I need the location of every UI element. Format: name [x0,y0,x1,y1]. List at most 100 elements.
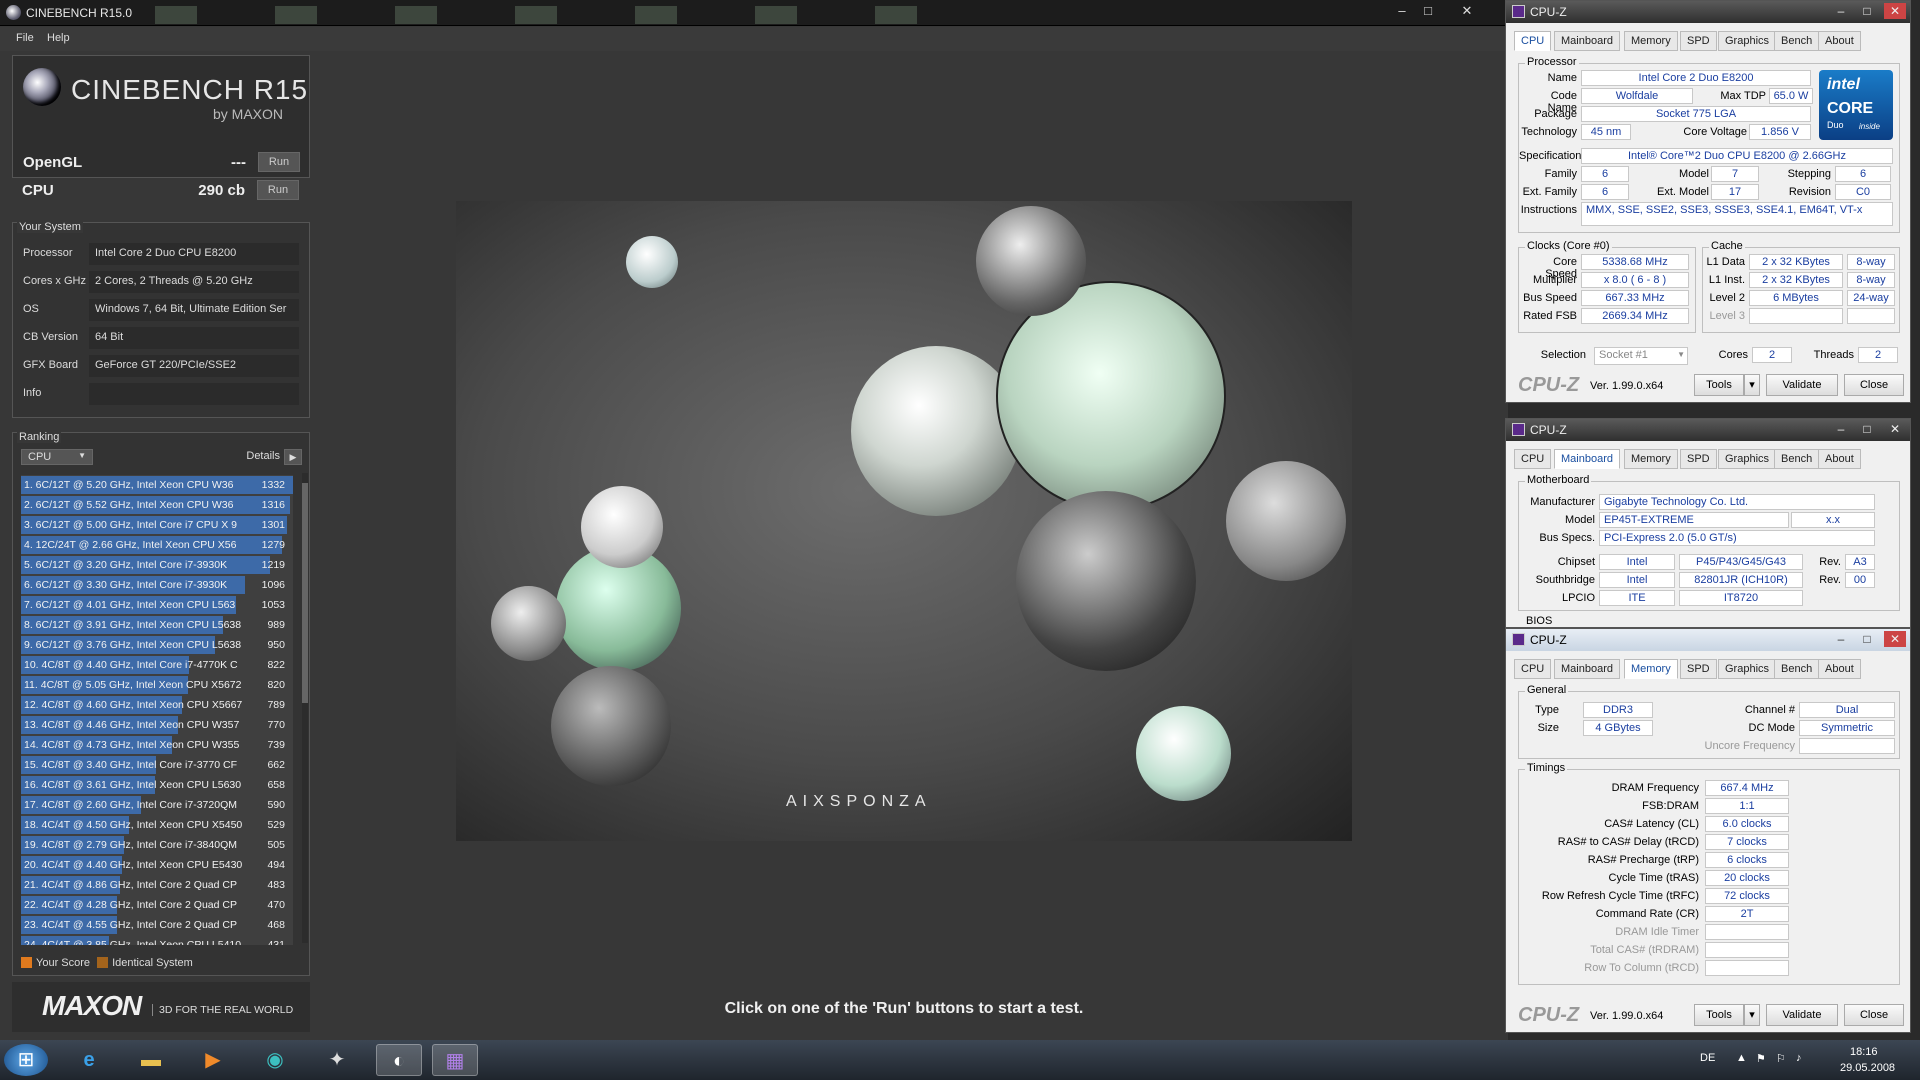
system-value[interactable]: 64 Bit [89,327,299,349]
cache-group: Cache L1 Data 2 x 32 KBytes 8-way L1 Ins… [1702,240,1900,333]
tools-dropdown-button[interactable]: ▾ [1744,1004,1760,1026]
menu-help[interactable]: Help [47,32,70,44]
tools-button[interactable]: Tools [1694,1004,1744,1026]
close-button[interactable]: Close [1844,374,1904,396]
cpuz-taskbar-icon[interactable]: ▦ [432,1044,478,1076]
ranking-row[interactable]: 12. 4C/8T @ 4.60 GHz, Intel Xeon CPU X56… [21,695,293,715]
ranking-select[interactable]: CPU ▼ [21,449,93,465]
tab-mainboard[interactable]: Mainboard [1554,31,1620,51]
ranking-scrollbar[interactable] [302,473,308,943]
system-value[interactable]: Intel Core 2 Duo CPU E8200 [89,243,299,265]
clock-date[interactable]: 29.05.2008 [1840,1062,1895,1074]
tab-memory[interactable]: Memory [1624,659,1678,679]
cinebench-taskbar-icon[interactable]: ◐ [376,1044,422,1076]
tab-bench[interactable]: Bench [1774,659,1820,679]
internet-explorer-icon[interactable]: e [66,1044,112,1076]
minimize-button[interactable]: – [1830,631,1852,647]
ranking-row[interactable]: 16. 4C/8T @ 3.61 GHz, Intel Xeon CPU L56… [21,775,293,795]
tab-graphics[interactable]: Graphics [1718,449,1777,469]
ranking-row[interactable]: 23. 4C/4T @ 4.55 GHz, Intel Core 2 Quad … [21,915,293,935]
ranking-row[interactable]: 1. 6C/12T @ 5.20 GHz, Intel Xeon CPU W36… [21,475,293,495]
tab-spd[interactable]: SPD [1680,449,1717,469]
close-button[interactable]: ✕ [1884,421,1906,437]
ranking-row[interactable]: 7. 6C/12T @ 4.01 GHz, Intel Xeon CPU L56… [21,595,293,615]
tab-about[interactable]: About [1818,449,1861,469]
ranking-row[interactable]: 6. 6C/12T @ 3.30 GHz, Intel Core i7-3930… [21,575,293,595]
tab-graphics[interactable]: Graphics [1718,31,1777,51]
ext-model: 17 [1711,184,1759,200]
maximize-button[interactable]: □ [1856,3,1878,19]
ranking-row[interactable]: 24. 4C/4T @ 3.85 GHz, Intel Xeon CPU L54… [21,935,293,945]
clock-time[interactable]: 18:16 [1850,1046,1878,1058]
ranking-row[interactable]: 2. 6C/12T @ 5.52 GHz, Intel Xeon CPU W36… [21,495,293,515]
trfc: 72 clocks [1705,888,1789,904]
network-icon[interactable]: ⚑ [1756,1052,1766,1065]
show-hidden-icons-icon[interactable]: ▲ [1736,1052,1747,1064]
minimize-button[interactable]: – [1830,421,1852,437]
system-value[interactable]: Windows 7, 64 Bit, Ultimate Edition Ser [89,299,299,321]
ranking-row[interactable]: 22. 4C/4T @ 4.28 GHz, Intel Core 2 Quad … [21,895,293,915]
maximize-button[interactable]: □ [1416,2,1440,20]
cpu-run-button[interactable]: Run [257,180,299,200]
tab-graphics[interactable]: Graphics [1718,659,1777,679]
maximize-button[interactable]: □ [1856,631,1878,647]
ranking-row[interactable]: 4. 12C/24T @ 2.66 GHz, Intel Xeon CPU X5… [21,535,293,555]
close-button[interactable]: ✕ [1884,3,1906,19]
info-input[interactable] [89,383,299,405]
ranking-row[interactable]: 8. 6C/12T @ 3.91 GHz, Intel Xeon CPU L56… [21,615,293,635]
ranking-row[interactable]: 3. 6C/12T @ 5.00 GHz, Intel Core i7 CPU … [21,515,293,535]
tab-spd[interactable]: SPD [1680,31,1717,51]
l1-data-label: L1 Data [1706,256,1745,268]
tool-icon[interactable]: ✦ [314,1044,360,1076]
ranking-row[interactable]: 5. 6C/12T @ 3.20 GHz, Intel Core i7-3930… [21,555,293,575]
maximize-button[interactable]: □ [1856,421,1878,437]
speaker-icon[interactable]: ♪ [1796,1052,1802,1064]
media-player-icon[interactable]: ▶ [190,1044,236,1076]
close-button[interactable]: Close [1844,1004,1904,1026]
tab-memory[interactable]: Memory [1624,449,1678,469]
ranking-row[interactable]: 20. 4C/4T @ 4.40 GHz, Intel Xeon CPU E54… [21,855,293,875]
tab-mainboard[interactable]: Mainboard [1554,449,1620,469]
tab-cpu[interactable]: CPU [1514,449,1552,469]
menu-file[interactable]: File [16,32,34,44]
details-button[interactable]: ▶ [284,449,302,465]
validate-button[interactable]: Validate [1766,374,1838,396]
selection-dropdown[interactable]: Socket #1 ▼ [1594,347,1688,365]
close-button[interactable]: ✕ [1884,631,1906,647]
opengl-run-button[interactable]: Run [258,152,300,172]
edge-icon[interactable]: ◉ [252,1044,298,1076]
tab-about[interactable]: About [1818,31,1861,51]
ranking-row[interactable]: 18. 4C/4T @ 4.50 GHz, Intel Xeon CPU X54… [21,815,293,835]
tab-bench[interactable]: Bench [1774,31,1820,51]
validate-button[interactable]: Validate [1766,1004,1838,1026]
ranking-row[interactable]: 10. 4C/8T @ 4.40 GHz, Intel Core i7-4770… [21,655,293,675]
ranking-row[interactable]: 14. 4C/8T @ 4.73 GHz, Intel Xeon CPU W35… [21,735,293,755]
tab-bench[interactable]: Bench [1774,449,1820,469]
minimize-button[interactable]: – [1830,3,1852,19]
ranking-row[interactable]: 15. 4C/8T @ 3.40 GHz, Intel Core i7-3770… [21,755,293,775]
tab-cpu[interactable]: CPU [1514,31,1552,51]
system-value[interactable]: 2 Cores, 2 Threads @ 5.20 GHz [89,271,299,293]
ranking-row[interactable]: 17. 4C/8T @ 2.60 GHz, Intel Core i7-3720… [21,795,293,815]
ranking-row[interactable]: 21. 4C/4T @ 4.86 GHz, Intel Core 2 Quad … [21,875,293,895]
flag-icon[interactable]: ⚐ [1776,1052,1786,1065]
ranking-row[interactable]: 19. 4C/8T @ 2.79 GHz, Intel Core i7-3840… [21,835,293,855]
tab-about[interactable]: About [1818,659,1861,679]
start-button[interactable]: ⊞ [4,1044,48,1076]
tab-spd[interactable]: SPD [1680,659,1717,679]
tab-cpu[interactable]: CPU [1514,659,1552,679]
ranking-row[interactable]: 13. 4C/8T @ 4.46 GHz, Intel Xeon CPU W35… [21,715,293,735]
ranking-row[interactable]: 11. 4C/8T @ 5.05 GHz, Intel Xeon CPU X56… [21,675,293,695]
file-explorer-icon[interactable]: ▬ [128,1044,174,1076]
tools-button[interactable]: Tools [1694,374,1744,396]
ranking-row[interactable]: 9. 6C/12T @ 3.76 GHz, Intel Xeon CPU L56… [21,635,293,655]
system-value[interactable]: GeForce GT 220/PCIe/SSE2 [89,355,299,377]
tab-mainboard[interactable]: Mainboard [1554,659,1620,679]
ranking-score: 739 [267,739,285,751]
language-indicator[interactable]: DE [1700,1052,1715,1064]
close-button[interactable]: ✕ [1455,2,1479,20]
tab-memory[interactable]: Memory [1624,31,1678,51]
scroll-thumb[interactable] [302,483,308,703]
minimize-button[interactable]: – [1390,2,1414,20]
tools-dropdown-button[interactable]: ▾ [1744,374,1760,396]
